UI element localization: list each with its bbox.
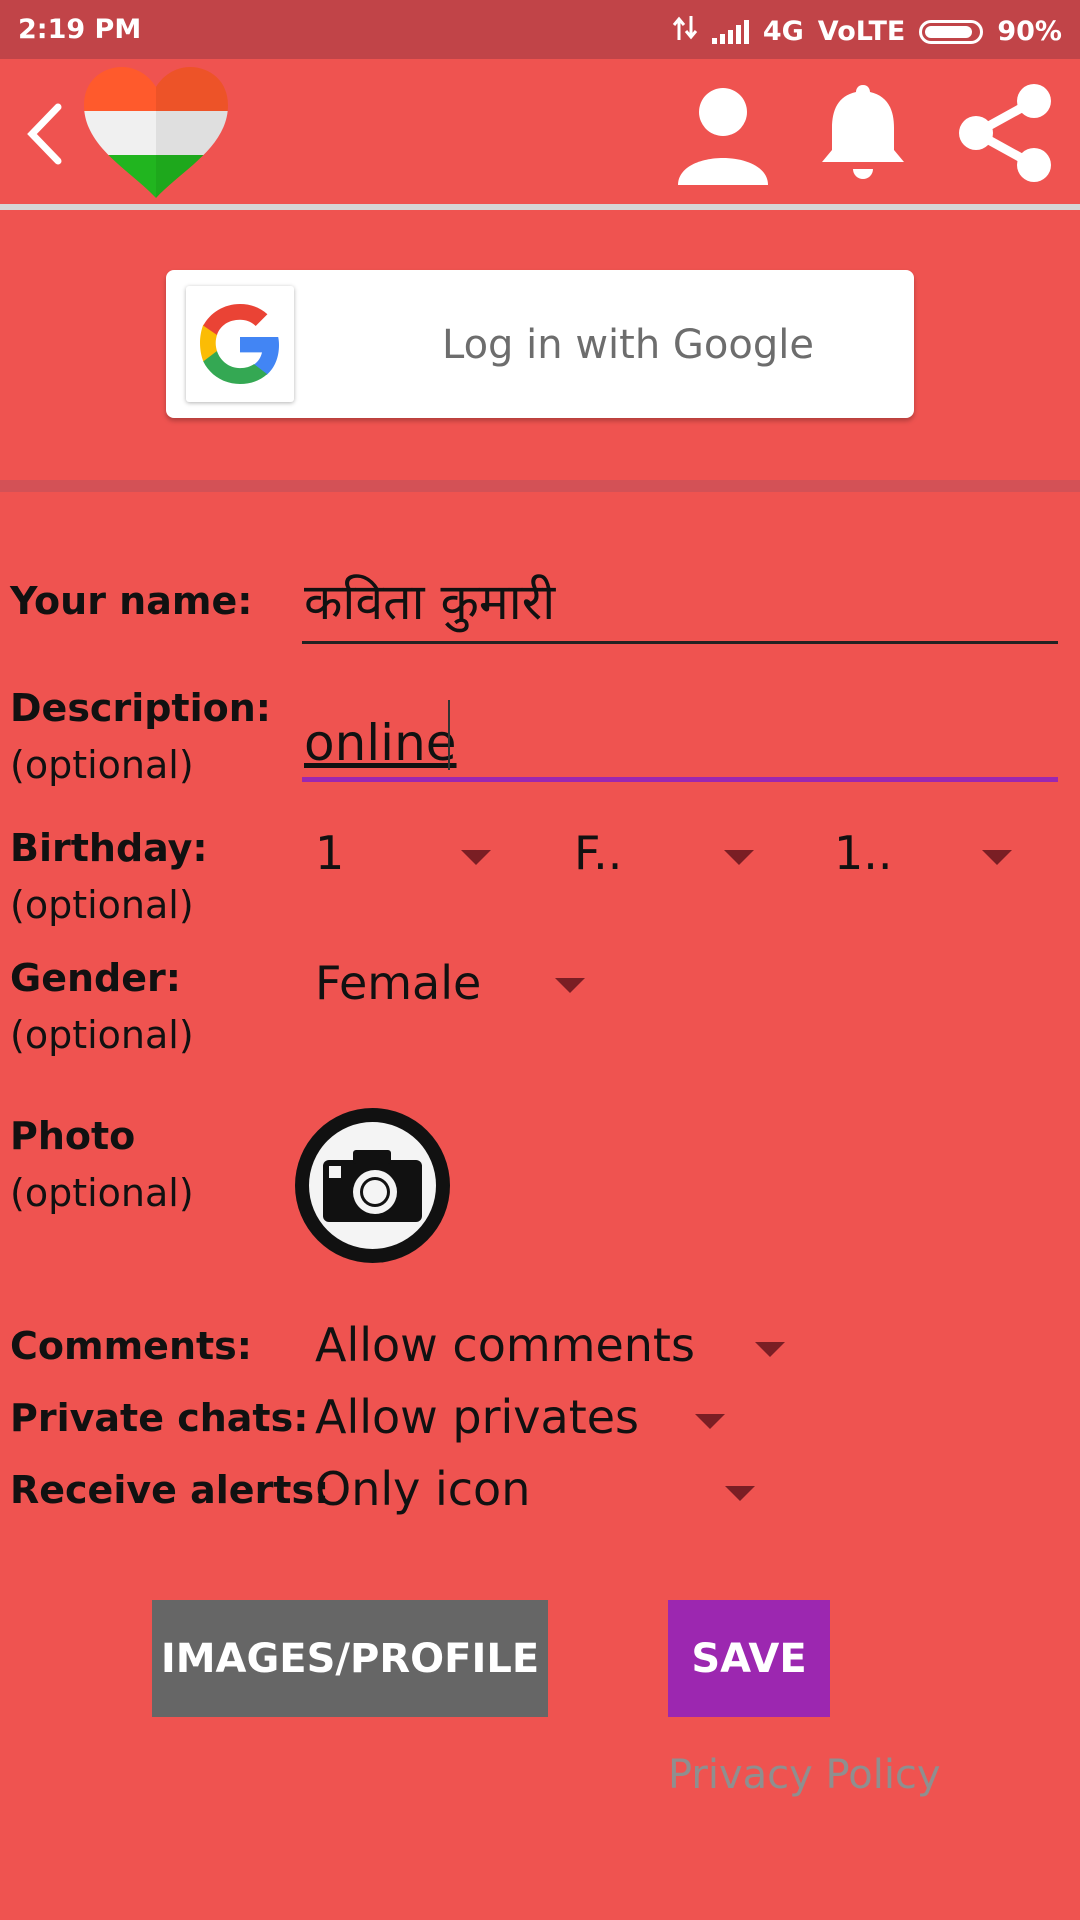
comments-label: Comments: xyxy=(10,1324,252,1368)
share-icon[interactable] xyxy=(950,77,1060,187)
birthday-day-dropdown[interactable]: 1 xyxy=(315,826,505,886)
comments-dropdown[interactable]: Allow comments xyxy=(315,1318,795,1378)
back-chevron-icon[interactable] xyxy=(20,99,70,169)
user-icon[interactable] xyxy=(668,77,778,187)
data-transfer-icon xyxy=(672,14,698,49)
receive-alerts-dropdown[interactable]: Only icon xyxy=(315,1462,765,1522)
status-time: 2:19 PM xyxy=(18,14,142,45)
private-chats-dropdown[interactable]: Allow privates xyxy=(315,1390,735,1450)
signal-icon xyxy=(711,19,749,44)
chevron-down-icon xyxy=(725,1486,755,1501)
india-heart-logo xyxy=(80,65,232,201)
images-profile-button[interactable]: IMAGES/PROFILE xyxy=(152,1600,548,1717)
chevron-down-icon xyxy=(724,850,754,865)
google-icon xyxy=(186,286,294,402)
battery-icon xyxy=(919,19,984,44)
camera-icon xyxy=(309,1122,436,1249)
gender-label: Gender: (optional) xyxy=(10,956,194,1057)
section-divider xyxy=(0,480,1080,492)
google-login-button[interactable]: Log in with Google xyxy=(166,270,914,418)
app-bar-divider xyxy=(0,204,1080,210)
bell-icon[interactable] xyxy=(808,77,918,187)
gender-dropdown[interactable]: Female xyxy=(315,956,615,1016)
birthday-label: Birthday: (optional) xyxy=(10,826,208,927)
google-login-label: Log in with Google xyxy=(442,322,814,368)
birthday-year-dropdown[interactable]: 1.. xyxy=(834,826,1024,886)
status-bar: 2:19 PM 4G VoLTE 90% xyxy=(0,0,1080,59)
birthday-month-dropdown[interactable]: F.. xyxy=(574,826,764,886)
network-type: 4G xyxy=(762,16,804,47)
name-label: Your name: xyxy=(10,579,253,623)
chevron-down-icon xyxy=(695,1414,725,1429)
chevron-down-icon xyxy=(755,1342,785,1357)
chevron-down-icon xyxy=(555,978,585,993)
description-input[interactable]: online xyxy=(302,690,1058,782)
name-input[interactable]: कविता कुमारी xyxy=(302,560,1058,644)
receive-alerts-label: Receive alerts: xyxy=(10,1468,330,1512)
status-icons: 4G VoLTE 90% xyxy=(672,14,1062,49)
photo-picker-button[interactable] xyxy=(295,1108,450,1263)
save-button[interactable]: SAVE xyxy=(668,1600,830,1717)
chevron-down-icon xyxy=(461,850,491,865)
description-label: Description: (optional) xyxy=(10,686,271,787)
photo-label: Photo (optional) xyxy=(10,1114,194,1215)
private-chats-label: Private chats: xyxy=(10,1396,309,1440)
volte-label: VoLTE xyxy=(817,16,906,47)
chevron-down-icon xyxy=(982,850,1012,865)
app-bar xyxy=(0,59,1080,204)
privacy-policy-link[interactable]: Privacy Policy xyxy=(668,1752,941,1798)
text-cursor xyxy=(448,700,450,770)
battery-percent: 90% xyxy=(997,16,1062,47)
